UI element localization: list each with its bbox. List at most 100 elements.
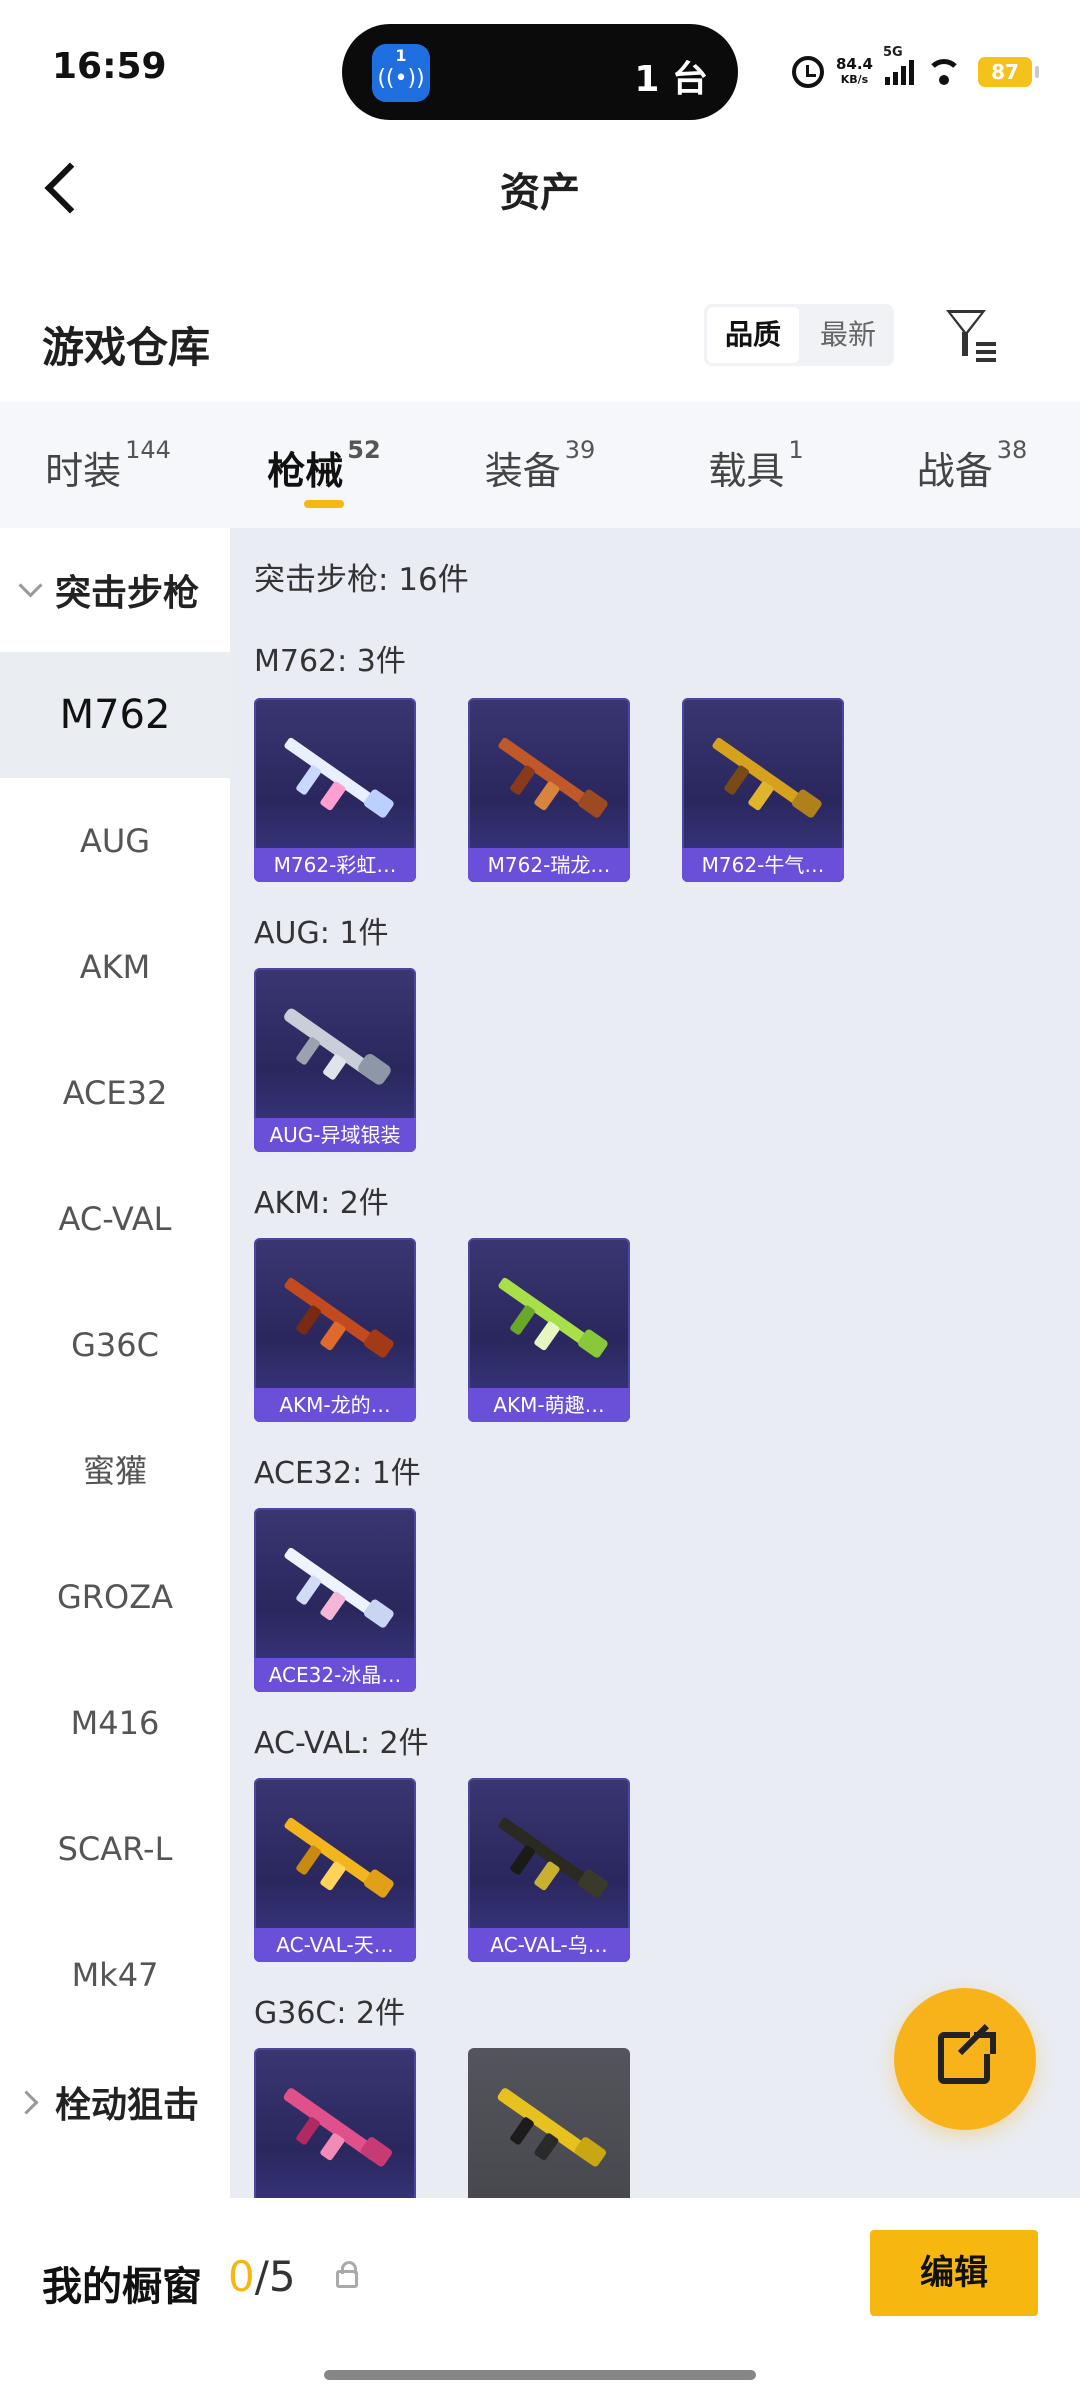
skin-card[interactable]: AUG-异域银装	[254, 968, 416, 1152]
skin-card[interactable]	[254, 2048, 416, 2198]
chevron-right-icon	[14, 2089, 39, 2115]
tab-label: 枪械	[267, 449, 344, 493]
warehouse-title: 游戏仓库	[42, 323, 211, 372]
tab-supplies[interactable]: 战备 38	[864, 402, 1080, 528]
sidebar-item-ac-val[interactable]: AC-VAL	[0, 1156, 230, 1282]
skin-card[interactable]: M762-瑞龙…	[468, 698, 630, 882]
sidebar-item-scar-l[interactable]: SCAR-L	[0, 1786, 230, 1912]
tab-count: 38	[996, 436, 1028, 464]
tab-equipment[interactable]: 装备 39	[432, 402, 648, 528]
home-indicator[interactable]	[324, 2370, 756, 2380]
signal-icon: 5G	[883, 45, 914, 85]
category-tabs: 时装 144 枪械 52 装备 39 载具 1 战备 38	[0, 402, 1080, 528]
rifle-icon	[498, 1277, 608, 1358]
sidebar-item-aug[interactable]: AUG	[0, 778, 230, 904]
sidebar-item-g36c[interactable]: G36C	[0, 1282, 230, 1408]
group-title-akm: AKM: 2件	[254, 1186, 389, 1221]
dynamic-island[interactable]: 1 ((•)) 1 台	[342, 24, 738, 120]
share-button[interactable]	[894, 1988, 1036, 2130]
tab-count: 39	[564, 436, 596, 464]
nav-bar: 资产	[0, 130, 1080, 240]
sort-quality-button[interactable]: 品质	[707, 307, 799, 363]
rifle-icon	[498, 1817, 608, 1898]
sidebar-item-ace32[interactable]: ACE32	[0, 1030, 230, 1156]
sidebar-item-akm[interactable]: AKM	[0, 904, 230, 1030]
broadcast-app-icon: 1 ((•))	[372, 44, 430, 102]
skin-card[interactable]: ACE32-冰晶…	[254, 1508, 416, 1692]
skin-name: M762-彩虹…	[254, 848, 416, 882]
sidebar-category-label: 突击步枪	[55, 573, 200, 614]
skin-card[interactable]: AKM-龙的…	[254, 1238, 416, 1422]
rifle-icon	[284, 1008, 391, 1085]
alarm-icon	[791, 56, 824, 88]
showcase-bar: 我的橱窗 0/5 编辑	[0, 2198, 1080, 2400]
showcase-count: 0/5	[228, 2252, 296, 2301]
skin-name: ACE32-冰晶…	[254, 1658, 416, 1692]
showcase-total: /5	[254, 2252, 296, 2301]
lock-icon	[336, 2261, 358, 2288]
tab-label: 时装	[45, 449, 122, 493]
broadcast-waves-icon: ((•))	[377, 66, 425, 91]
skin-card[interactable]: AC-VAL-天…	[254, 1778, 416, 1962]
rifle-icon	[712, 737, 822, 818]
page-title: 资产	[500, 170, 580, 216]
rifle-icon	[284, 1547, 394, 1628]
tab-firearms[interactable]: 枪械 52	[216, 402, 432, 528]
warehouse-header: 游戏仓库 品质 最新	[0, 290, 1080, 400]
sidebar-item-groza[interactable]: GROZA	[0, 1534, 230, 1660]
sidebar-item-m762[interactable]: M762	[0, 652, 230, 778]
showcase-label: 我的橱窗	[42, 2264, 202, 2310]
tab-label: 装备	[484, 449, 561, 493]
skin-card[interactable]: AC-VAL-乌…	[468, 1778, 630, 1962]
net-speed-unit: KB/s	[840, 73, 869, 86]
skin-card[interactable]: M762-牛气…	[682, 698, 844, 882]
status-bar: 16:59 1 ((•)) 1 台 84.4 KB/s 5G 87	[0, 0, 1080, 130]
tab-active-indicator	[304, 500, 344, 508]
skin-card[interactable]	[468, 2048, 630, 2198]
skin-card[interactable]: M762-彩虹…	[254, 698, 416, 882]
skin-name: AC-VAL-乌…	[468, 1928, 630, 1962]
status-time: 16:59	[52, 46, 167, 87]
group-title-aug: AUG: 1件	[254, 916, 389, 951]
sort-newest-button[interactable]: 最新	[802, 304, 894, 366]
rifle-icon	[284, 737, 394, 818]
skin-name: AKM-龙的…	[254, 1388, 416, 1422]
network-type: 5G	[883, 45, 903, 60]
status-icons: 84.4 KB/s 5G 87	[791, 45, 1039, 92]
sidebar-item-honey-badger[interactable]: 蜜獾	[0, 1408, 230, 1534]
filter-icon[interactable]	[944, 308, 1004, 364]
showcase-used: 0	[228, 2252, 255, 2301]
rifle-icon	[498, 737, 608, 818]
sidebar-category-assault-rifle[interactable]: 突击步枪	[0, 528, 230, 652]
skin-name: AC-VAL-天…	[254, 1928, 416, 1962]
group-title-ace32: ACE32: 1件	[254, 1456, 421, 1491]
skin-name: M762-牛气…	[682, 848, 844, 882]
group-title-m762: M762: 3件	[254, 644, 406, 679]
tab-count: 144	[125, 436, 171, 464]
battery-icon: 87	[978, 57, 1039, 87]
island-badge: 1	[395, 46, 407, 65]
tab-count: 52	[347, 436, 381, 464]
island-count: 1 台	[634, 59, 708, 100]
assault-rifle-summary: 突击步枪: 16件	[254, 562, 469, 598]
chevron-down-icon	[18, 572, 43, 598]
skin-name: AKM-萌趣…	[468, 1388, 630, 1422]
net-speed: 84.4 KB/s	[836, 56, 873, 88]
edit-button[interactable]: 编辑	[870, 2230, 1038, 2316]
group-title-ac-val: AC-VAL: 2件	[254, 1726, 429, 1761]
rifle-icon	[497, 2088, 607, 2167]
net-speed-value: 84.4	[835, 55, 873, 73]
weapon-grid: 突击步枪: 16件 M762: 3件 M762-彩虹… M762-瑞龙… M76…	[230, 528, 1080, 2198]
sidebar-category-bolt-sniper[interactable]: 栓动狙击	[0, 2040, 230, 2164]
sort-toggle: 品质 最新	[704, 304, 894, 366]
sidebar-item-m416[interactable]: M416	[0, 1660, 230, 1786]
group-title-g36c: G36C: 2件	[254, 1996, 406, 2031]
rifle-icon	[284, 1817, 394, 1898]
sidebar-item-mk47[interactable]: Mk47	[0, 1912, 230, 2038]
rifle-icon	[284, 1277, 394, 1358]
skin-card[interactable]: AKM-萌趣…	[468, 1238, 630, 1422]
tab-fashion[interactable]: 时装 144	[0, 402, 216, 528]
tab-vehicles[interactable]: 载具 1	[648, 402, 864, 528]
sidebar-category-label: 栓动狙击	[55, 2085, 200, 2126]
wifi-icon	[926, 57, 966, 87]
